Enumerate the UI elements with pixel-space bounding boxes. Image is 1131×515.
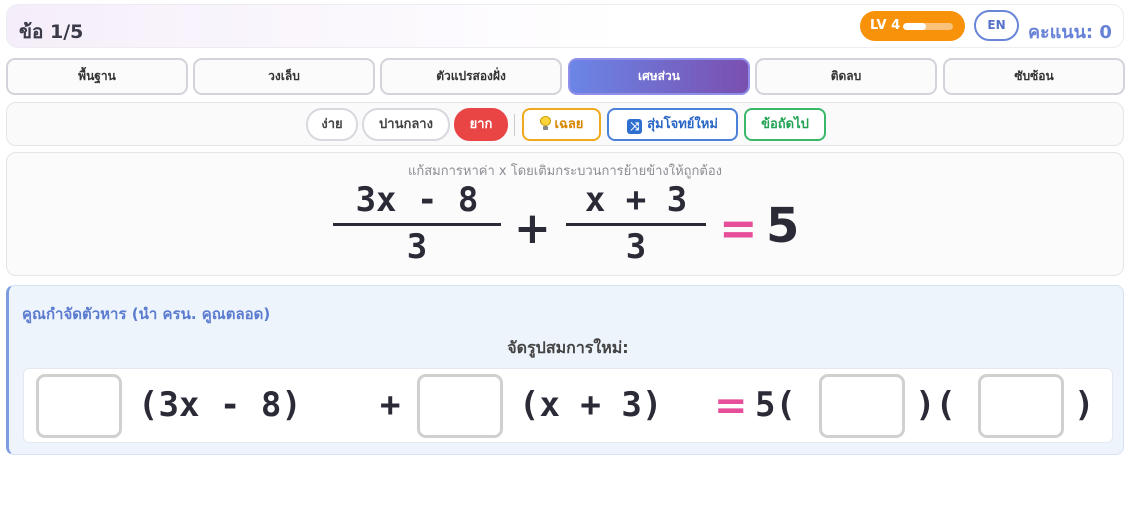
tab-negatives[interactable]: ติดลบ: [755, 58, 937, 95]
level-progress-fill: [903, 23, 926, 30]
tab-complex[interactable]: ซับซ้อน: [943, 58, 1125, 95]
answer-blank-3[interactable]: [819, 374, 905, 438]
answer-blank-4[interactable]: [978, 374, 1064, 438]
equals-sign-2: =: [714, 383, 748, 429]
plus-operator-2: +: [380, 385, 401, 425]
next-question-button[interactable]: ข้อถัดไป: [744, 108, 826, 141]
rhs-prefix: 5(: [755, 385, 796, 425]
middle-parens: )(: [915, 385, 956, 425]
tab-parentheses[interactable]: วงเล็บ: [193, 58, 375, 95]
reshape-label: จัดรูปสมการใหม่:: [507, 338, 629, 357]
fraction-1-numerator: 3x - 8: [355, 180, 479, 220]
difficulty-hard-button[interactable]: ยาก: [454, 108, 508, 141]
controls-divider: [514, 114, 515, 136]
term-2: (x + 3): [519, 385, 663, 425]
difficulty-medium-button[interactable]: ปานกลาง: [362, 108, 450, 141]
fraction-2-numerator: x + 3: [584, 180, 688, 220]
fraction-2-denominator: 3: [625, 227, 647, 267]
level-label: LV 4: [870, 18, 901, 33]
tab-variables-both-sides[interactable]: ตัวแปรสองฝั่ง: [380, 58, 562, 95]
problem-instruction: แก้สมการหาค่า x โดยเติมกระบวนการย้ายข้าง…: [408, 164, 722, 179]
answer-blank-2[interactable]: [417, 374, 503, 438]
random-question-button[interactable]: ⤨ สุ่มโจทย์ใหม่: [607, 108, 738, 141]
closing-paren: ): [1074, 385, 1095, 425]
equals-sign: =: [719, 201, 758, 255]
fraction-2: x + 3 3: [566, 151, 706, 271]
level-badge: LV 4: [860, 11, 965, 41]
hint-label: เฉลย: [554, 117, 584, 132]
difficulty-easy-button[interactable]: ง่าย: [306, 108, 358, 141]
header-bar: ข้อ 1/5 LV 4 EN คะแนน: 0: [6, 4, 1124, 48]
controls-bar: ง่าย ปานกลาง ยาก เฉลย ⤨ สุ่มโจทย์ใหม่ ข้อ…: [6, 102, 1124, 146]
category-tabs: พื้นฐาน วงเล็บ ตัวแปรสองฝั่ง เศษส่วน ติด…: [6, 58, 1125, 95]
fraction-2-bar: [566, 223, 706, 226]
answer-row: (3x - 8) + (x + 3) = 5( )( ): [23, 368, 1113, 443]
step-title: คูณกำจัดตัวหาร (นำ ครน. คูณตลอด): [22, 305, 271, 323]
plus-operator: +: [514, 203, 551, 254]
score-display: คะแนน: 0: [1028, 22, 1112, 43]
level-progress-bar: [903, 23, 953, 30]
language-toggle-button[interactable]: EN: [974, 10, 1019, 41]
term-1: (3x - 8): [138, 385, 302, 425]
step-panel: คูณกำจัดตัวหาร (นำ ครน. คูณตลอด) จัดรูปส…: [6, 285, 1124, 455]
hint-button[interactable]: เฉลย: [522, 108, 601, 141]
tab-fractions[interactable]: เศษส่วน: [568, 58, 750, 95]
fraction-1-denominator: 3: [406, 227, 428, 267]
lightbulb-icon: [539, 116, 551, 130]
random-label: สุ่มโจทย์ใหม่: [647, 117, 718, 132]
answer-blank-1[interactable]: [36, 374, 122, 438]
tab-basic[interactable]: พื้นฐาน: [6, 58, 188, 95]
fraction-1-bar: [333, 223, 501, 226]
right-hand-side: 5: [766, 198, 800, 254]
fraction-1: 3x - 8 3: [333, 151, 501, 271]
question-counter: ข้อ 1/5: [19, 21, 84, 43]
shuffle-icon: ⤨: [627, 119, 643, 134]
